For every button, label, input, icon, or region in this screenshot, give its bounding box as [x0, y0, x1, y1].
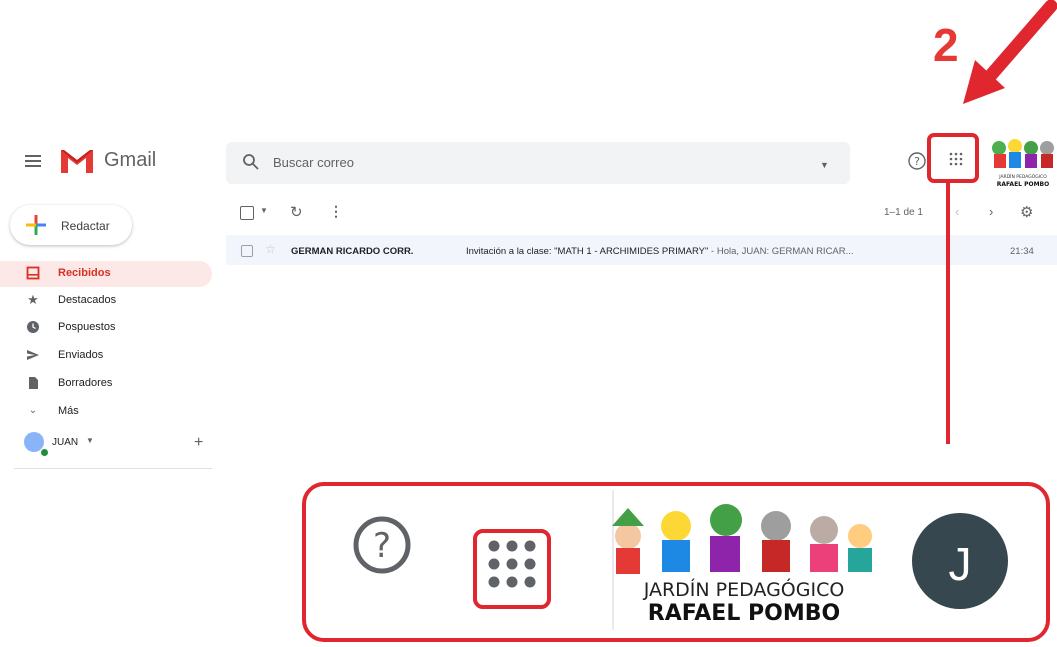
help-icon[interactable]: ? [907, 151, 927, 171]
apps-grid-icon[interactable] [486, 538, 538, 590]
sidebar-item-label: Enviados [58, 349, 104, 361]
inbox-icon [26, 266, 40, 280]
row-checkbox[interactable] [241, 245, 253, 257]
more-options-icon[interactable]: ⋮ [329, 203, 343, 220]
apps-grid-icon[interactable] [949, 152, 963, 166]
logo-small-line1: JARDÍN PEDAGÓGICO [998, 173, 1047, 180]
avatar-letter: J [948, 538, 972, 590]
search-input[interactable]: Buscar correo [273, 155, 354, 170]
compose-label[interactable]: Redactar [61, 219, 110, 233]
add-chat-icon[interactable]: + [194, 434, 203, 452]
gmail-logo-icon[interactable] [58, 146, 96, 176]
logo-line1: JARDÍN PEDAGÓGICO [643, 577, 845, 601]
svg-text:?: ? [914, 155, 920, 168]
app-name: Gmail [104, 149, 157, 171]
pagination-count: 1–1 de 1 [884, 207, 923, 218]
arrow-annotation-icon [963, 0, 1057, 104]
sidebar-item-label: Destacados [58, 294, 117, 306]
sidebar-item-starred[interactable]: ★ Destacados [0, 288, 212, 314]
select-options-icon[interactable]: ▼ [260, 206, 268, 215]
email-sender[interactable]: GERMAN RICARDO CORR. [291, 246, 413, 257]
school-logo-icon[interactable]: JARDÍN PEDAGÓGICO RAFAEL POMBO [598, 496, 890, 626]
email-snippet: - Hola, JUAN: GERMAN RICAR... [708, 246, 854, 257]
star-icon: ★ [27, 292, 39, 307]
sidebar-item-snoozed[interactable]: Pospuestos [0, 315, 212, 341]
online-status-icon [40, 448, 49, 457]
sidebar-divider [14, 468, 212, 469]
search-options-icon[interactable]: ▼ [820, 160, 829, 170]
search-icon[interactable] [242, 153, 260, 171]
send-icon [26, 348, 40, 362]
clock-icon [26, 320, 40, 334]
sidebar-item-label: Más [58, 405, 79, 417]
svg-text:?: ? [373, 526, 391, 566]
sidebar-item-sent[interactable]: Enviados [0, 343, 212, 369]
account-logo-icon[interactable]: JARDÍN PEDAGÓGICO RAFAEL POMBO [989, 134, 1057, 190]
help-icon[interactable]: ? [350, 513, 414, 577]
connector-line [946, 182, 950, 444]
refresh-icon[interactable]: ↻ [290, 203, 303, 221]
sidebar-item-label: Recibidos [58, 267, 111, 279]
sidebar-item-more[interactable]: ⌄ Más [0, 399, 212, 425]
user-name[interactable]: JUAN [52, 437, 78, 448]
gear-icon[interactable]: ⚙ [1020, 203, 1033, 221]
select-all-checkbox[interactable] [240, 206, 254, 220]
email-time: 21:34 [1010, 246, 1034, 257]
sidebar-item-label: Pospuestos [58, 321, 116, 333]
chevron-down-icon: ⌄ [28, 405, 38, 416]
email-subject[interactable]: Invitación a la clase: "MATH 1 - ARCHIMI… [466, 246, 854, 257]
draft-icon [26, 376, 40, 390]
sidebar-item-drafts[interactable]: Borradores [0, 371, 212, 397]
sidebar-item-inbox[interactable]: Recibidos [0, 261, 212, 287]
chevron-left-icon[interactable]: ‹ [955, 204, 959, 219]
logo-small-line2: RAFAEL POMBO [997, 181, 1049, 188]
star-icon[interactable]: ☆ [265, 242, 276, 256]
email-subject-text: Invitación a la clase: "MATH 1 - ARCHIMI… [466, 246, 709, 257]
plus-icon[interactable] [24, 213, 48, 237]
menu-icon[interactable] [22, 150, 44, 172]
sidebar-item-label: Borradores [58, 377, 113, 389]
chevron-right-icon[interactable]: › [989, 204, 993, 219]
chevron-down-icon[interactable]: ▼ [86, 436, 94, 445]
logo-line2: RAFAEL POMBO [648, 601, 840, 626]
